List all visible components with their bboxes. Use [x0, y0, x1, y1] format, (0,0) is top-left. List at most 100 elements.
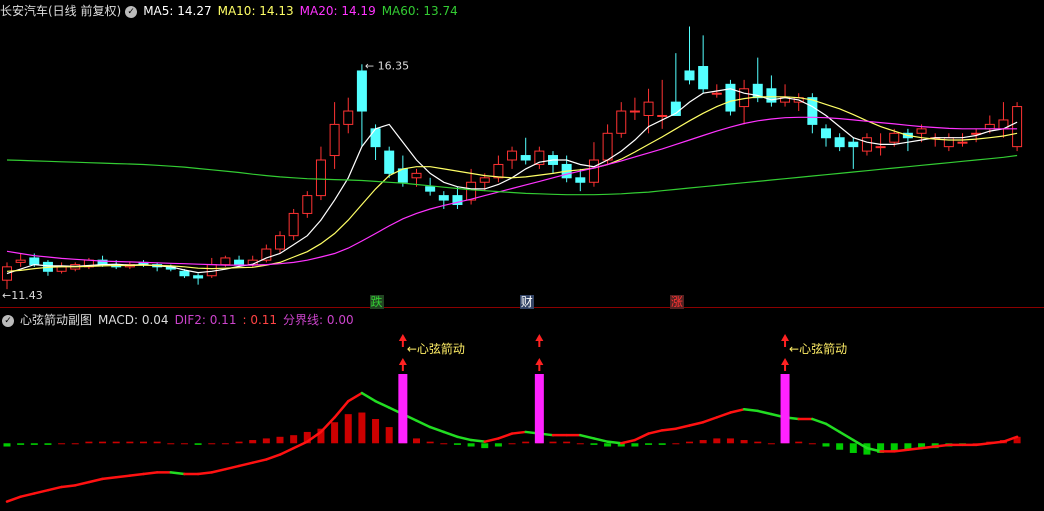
sub-chart-header: ✓ 心弦箭动副图 MACD: 0.04 DIF2: 0.11: 0.11 分界线: 0.… — [0, 311, 360, 329]
dif2-line-segment — [510, 430, 527, 435]
signal-label: ←心弦箭动 — [789, 341, 847, 356]
dif2-line-segment — [824, 422, 841, 434]
dif2-line-segment — [688, 420, 705, 427]
macd-bar-negative — [467, 443, 475, 447]
event-tag[interactable]: 涨 — [669, 295, 684, 309]
macd-bar-negative — [44, 443, 52, 445]
dif2-line-segment — [428, 425, 446, 434]
macd-bar-positive — [276, 436, 284, 444]
boundary-label: 分界线: 0.00 — [283, 313, 354, 327]
macd-bar-positive — [153, 441, 161, 444]
signal-bar — [534, 374, 544, 444]
dif2-line-segment — [347, 391, 364, 403]
ma60-label: MA60: 13.74 — [381, 4, 458, 18]
macd-bar-positive — [767, 443, 775, 445]
signal-arrow-icon — [535, 334, 544, 341]
dif2-line-segment — [46, 485, 63, 492]
dif2-line-segment — [742, 408, 759, 413]
dif2-line-segment — [224, 464, 241, 471]
macd-bar-positive — [140, 441, 147, 444]
macd-bar-positive — [290, 435, 298, 444]
indicator-settings-icon[interactable]: ✓ — [2, 314, 14, 327]
macd-bar-positive — [358, 412, 366, 444]
macd-bar-negative — [836, 443, 844, 450]
signal-arrow-icon — [398, 334, 407, 341]
indicator-chart[interactable]: ←心弦箭动 ←心弦箭动 — [0, 0, 1044, 511]
dif2-line-segment — [701, 416, 719, 424]
dif2-line-segment — [101, 476, 118, 481]
dif2-line-segment — [360, 391, 377, 403]
macd-bar-negative — [604, 443, 612, 447]
stock-title[interactable]: 长安汽车(日线 前复权) — [0, 4, 121, 18]
macd-bar-negative — [822, 443, 830, 447]
macd-bar-positive — [99, 441, 107, 444]
macd-bar-positive — [71, 443, 79, 445]
dif2-line-segment — [19, 492, 36, 498]
macd-bar-positive — [563, 441, 571, 444]
dif2-line-segment — [60, 484, 77, 489]
event-tag[interactable]: 财 — [519, 295, 534, 309]
dif2-line-segment — [647, 429, 664, 435]
macd-bar-positive — [713, 438, 721, 444]
dif2-line-segment — [920, 445, 937, 450]
signal-arrow-icon — [781, 358, 790, 365]
dif2-line-segment — [128, 472, 145, 477]
ma20-label: MA20: 14.19 — [299, 4, 376, 18]
dif2-line-segment — [893, 448, 910, 453]
macd-bar-positive — [58, 443, 66, 445]
dif2-line-segment — [633, 432, 650, 442]
indicator-title[interactable]: 心弦箭动副图 — [20, 313, 92, 327]
dif2-line-segment — [5, 495, 22, 503]
dif2-line-segment — [620, 438, 637, 445]
macd-bar-positive — [754, 441, 762, 444]
dif2-line-segment — [210, 467, 227, 474]
dif2-line-segment — [74, 480, 91, 487]
macd-bar-positive — [795, 441, 803, 444]
dif2-line-segment — [579, 433, 596, 440]
ma5-label: MA5: 14.27 — [143, 4, 212, 18]
dif2-line-segment — [606, 440, 623, 445]
macd-bar-positive — [686, 441, 693, 444]
dif2-line-segment — [933, 443, 951, 448]
dif2-line-segment — [592, 437, 609, 443]
dif2-line-segment — [838, 430, 855, 442]
settings-icon[interactable]: ✓ — [125, 5, 138, 18]
macd-bar-negative — [481, 443, 489, 449]
dif-value-label: : 0.11 — [242, 313, 278, 327]
macd-bar-negative — [849, 443, 857, 453]
macd-bar-positive — [249, 440, 257, 444]
macd-bar-positive — [740, 440, 748, 444]
signal-bar — [398, 374, 408, 444]
macd-bar-negative — [590, 443, 598, 445]
main-chart-header: 长安汽车(日线 前复权) ✓ MA5: 14.27 MA10: 14.13 MA20: … — [0, 2, 464, 20]
macd-bar-positive — [180, 443, 188, 445]
macd-bar-negative — [658, 443, 666, 445]
macd-bar-positive — [549, 441, 557, 444]
macd-bar-positive — [235, 441, 243, 444]
macd-bar-negative — [194, 443, 202, 445]
dif2-line-segment — [33, 488, 50, 495]
dif2-line-segment — [142, 471, 159, 476]
dif2-line-segment — [660, 427, 678, 432]
macd-bar-negative — [631, 443, 639, 447]
macd-bar-positive — [331, 422, 339, 444]
dif2-line-segment — [278, 446, 295, 456]
macd-bar-positive — [426, 441, 434, 444]
dif2-line-segment — [265, 453, 282, 461]
macd-bar-negative — [453, 443, 461, 445]
macd-bar-positive — [112, 441, 120, 444]
dif2-line-segment — [442, 430, 459, 439]
dif2-line-segment — [674, 424, 691, 430]
event-tag[interactable]: 跌 — [369, 295, 384, 309]
macd-bar-positive — [221, 443, 229, 445]
macd-bar-positive — [385, 427, 393, 444]
signal-arrow-icon — [398, 358, 407, 365]
macd-bar-positive — [672, 443, 680, 445]
dif2-line-segment — [988, 440, 1005, 445]
macd-bar-negative — [645, 443, 653, 445]
signal-label: ←心弦箭动 — [407, 341, 465, 356]
dif2-line-segment — [169, 471, 186, 476]
macd-bar-positive — [808, 443, 816, 445]
dif2-line-segment — [87, 477, 104, 484]
macd-label: MACD: 0.04 — [98, 313, 169, 327]
